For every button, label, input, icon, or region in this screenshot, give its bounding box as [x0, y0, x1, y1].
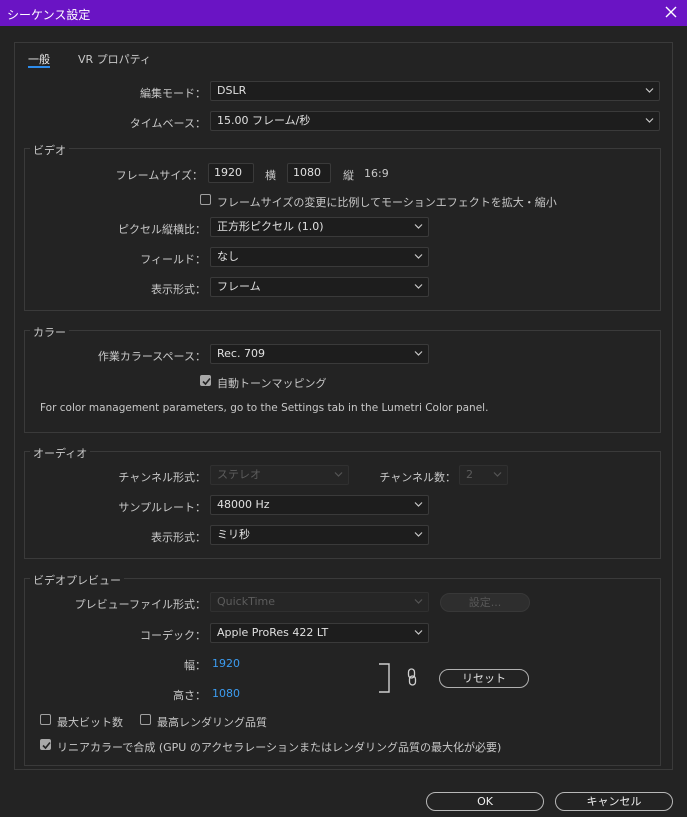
video-preview-group-title: ビデオプレビュー [30, 572, 124, 588]
field-select[interactable]: なし [210, 247, 429, 267]
checkmark-icon [42, 741, 51, 750]
checkmark-icon [202, 377, 211, 386]
max-render-quality-checkbox[interactable] [140, 714, 151, 725]
working-color-space-value: Rec. 709 [217, 347, 265, 360]
max-bit-depth-label: 最大ビット数 [57, 716, 123, 729]
timebase-select[interactable]: 15.00 フレーム/秒 [210, 111, 660, 131]
sample-rate-select[interactable]: 48000 Hz [210, 495, 429, 515]
preview-file-format-value: QuickTime [217, 595, 276, 608]
audio-display-format-value: ミリ秒 [217, 528, 250, 541]
timebase-value: 15.00 フレーム/秒 [217, 114, 311, 127]
edit-mode-select[interactable]: DSLR [210, 81, 660, 101]
edit-mode-label: 編集モード： [140, 87, 206, 100]
close-icon[interactable] [662, 3, 680, 21]
frame-width-input[interactable]: 1920 [208, 163, 254, 183]
color-group-title: カラー [30, 324, 69, 340]
preview-width-value[interactable]: 1920 [212, 657, 240, 670]
video-display-format-value: フレーム [217, 280, 261, 293]
chevron-down-icon [414, 254, 423, 259]
chevron-down-icon [414, 224, 423, 229]
window-title: シーケンス設定 [7, 8, 91, 22]
cancel-button[interactable]: キャンセル [555, 792, 673, 811]
color-management-note: For color management parameters, go to t… [40, 402, 489, 414]
pixel-aspect-label: ピクセル縦横比： [118, 223, 206, 236]
chevron-down-icon [414, 532, 423, 537]
tab-vr-properties[interactable]: VR プロパティ [78, 51, 151, 67]
field-label: フィールド： [140, 253, 206, 266]
auto-tone-mapping-label: 自動トーンマッピング [217, 377, 327, 390]
chevron-down-icon [493, 472, 502, 477]
video-display-format-select[interactable]: フレーム [210, 277, 429, 297]
sample-rate-value: 48000 Hz [217, 498, 270, 511]
channel-count-label: チャンネル数： [379, 471, 456, 484]
scale-motion-label: フレームサイズの変更に比例してモーションエフェクトを拡大・縮小 [217, 196, 557, 209]
preview-file-format-label: プレビューファイル形式： [74, 598, 206, 611]
field-value: なし [217, 250, 239, 263]
title-bar: シーケンス設定 [0, 0, 687, 26]
channel-format-value: ステレオ [217, 468, 261, 481]
pixel-aspect-select[interactable]: 正方形ピクセル (1.0) [210, 217, 429, 237]
max-bit-depth-checkbox[interactable] [40, 714, 51, 725]
chevron-down-icon [645, 88, 654, 93]
video-display-format-label: 表示形式： [151, 283, 206, 296]
working-color-space-select[interactable]: Rec. 709 [210, 344, 429, 364]
channel-format-label: チャンネル形式： [118, 471, 206, 484]
linear-color-checkbox[interactable] [40, 739, 51, 750]
chevron-down-icon [414, 284, 423, 289]
chevron-down-icon [334, 472, 343, 477]
tab-active-indicator [28, 66, 50, 68]
sample-rate-label: サンプルレート： [118, 501, 206, 514]
frame-width-unit: 横 [265, 169, 276, 182]
frame-height-unit: 縦 [343, 169, 354, 182]
codec-label: コーデック： [140, 629, 206, 642]
link-bracket-icon [379, 663, 390, 693]
max-render-quality-label: 最高レンダリング品質 [157, 716, 267, 729]
aspect-ratio-text: 16:9 [364, 167, 389, 180]
pixel-aspect-value: 正方形ピクセル (1.0) [217, 220, 324, 233]
preview-file-format-select: QuickTime [210, 592, 429, 612]
frame-size-label: フレームサイズ： [115, 169, 203, 182]
video-group-title: ビデオ [30, 142, 69, 158]
ok-button[interactable]: OK [426, 792, 544, 811]
timebase-label: タイムベース： [129, 117, 206, 130]
preview-height-label: 高さ： [173, 689, 206, 702]
tab-general[interactable]: 一般 [28, 51, 50, 67]
channel-format-select: ステレオ [210, 465, 349, 485]
preview-settings-button: 設定... [440, 593, 530, 612]
audio-group-title: オーディオ [30, 445, 91, 461]
chevron-down-icon [414, 351, 423, 356]
link-chain-icon[interactable] [406, 668, 418, 686]
channel-count-select: 2 [459, 465, 508, 485]
preview-height-value[interactable]: 1080 [212, 687, 240, 700]
edit-mode-value: DSLR [217, 84, 247, 97]
frame-height-input[interactable]: 1080 [287, 163, 331, 183]
chevron-down-icon [414, 630, 423, 635]
chevron-down-icon [414, 502, 423, 507]
codec-value: Apple ProRes 422 LT [217, 626, 329, 639]
working-color-space-label: 作業カラースペース： [97, 350, 206, 363]
scale-motion-checkbox[interactable] [200, 194, 211, 205]
preview-width-label: 幅： [184, 659, 206, 672]
chevron-down-icon [414, 599, 423, 604]
chevron-down-icon [645, 118, 654, 123]
audio-display-format-select[interactable]: ミリ秒 [210, 525, 429, 545]
linear-color-label: リニアカラーで合成 (GPU のアクセラレーションまたはレンダリング品質の最大化… [57, 741, 502, 754]
channel-count-value: 2 [466, 468, 473, 481]
codec-select[interactable]: Apple ProRes 422 LT [210, 623, 429, 643]
reset-button[interactable]: リセット [439, 669, 529, 688]
auto-tone-mapping-checkbox[interactable] [200, 375, 211, 386]
audio-display-format-label: 表示形式： [151, 531, 206, 544]
